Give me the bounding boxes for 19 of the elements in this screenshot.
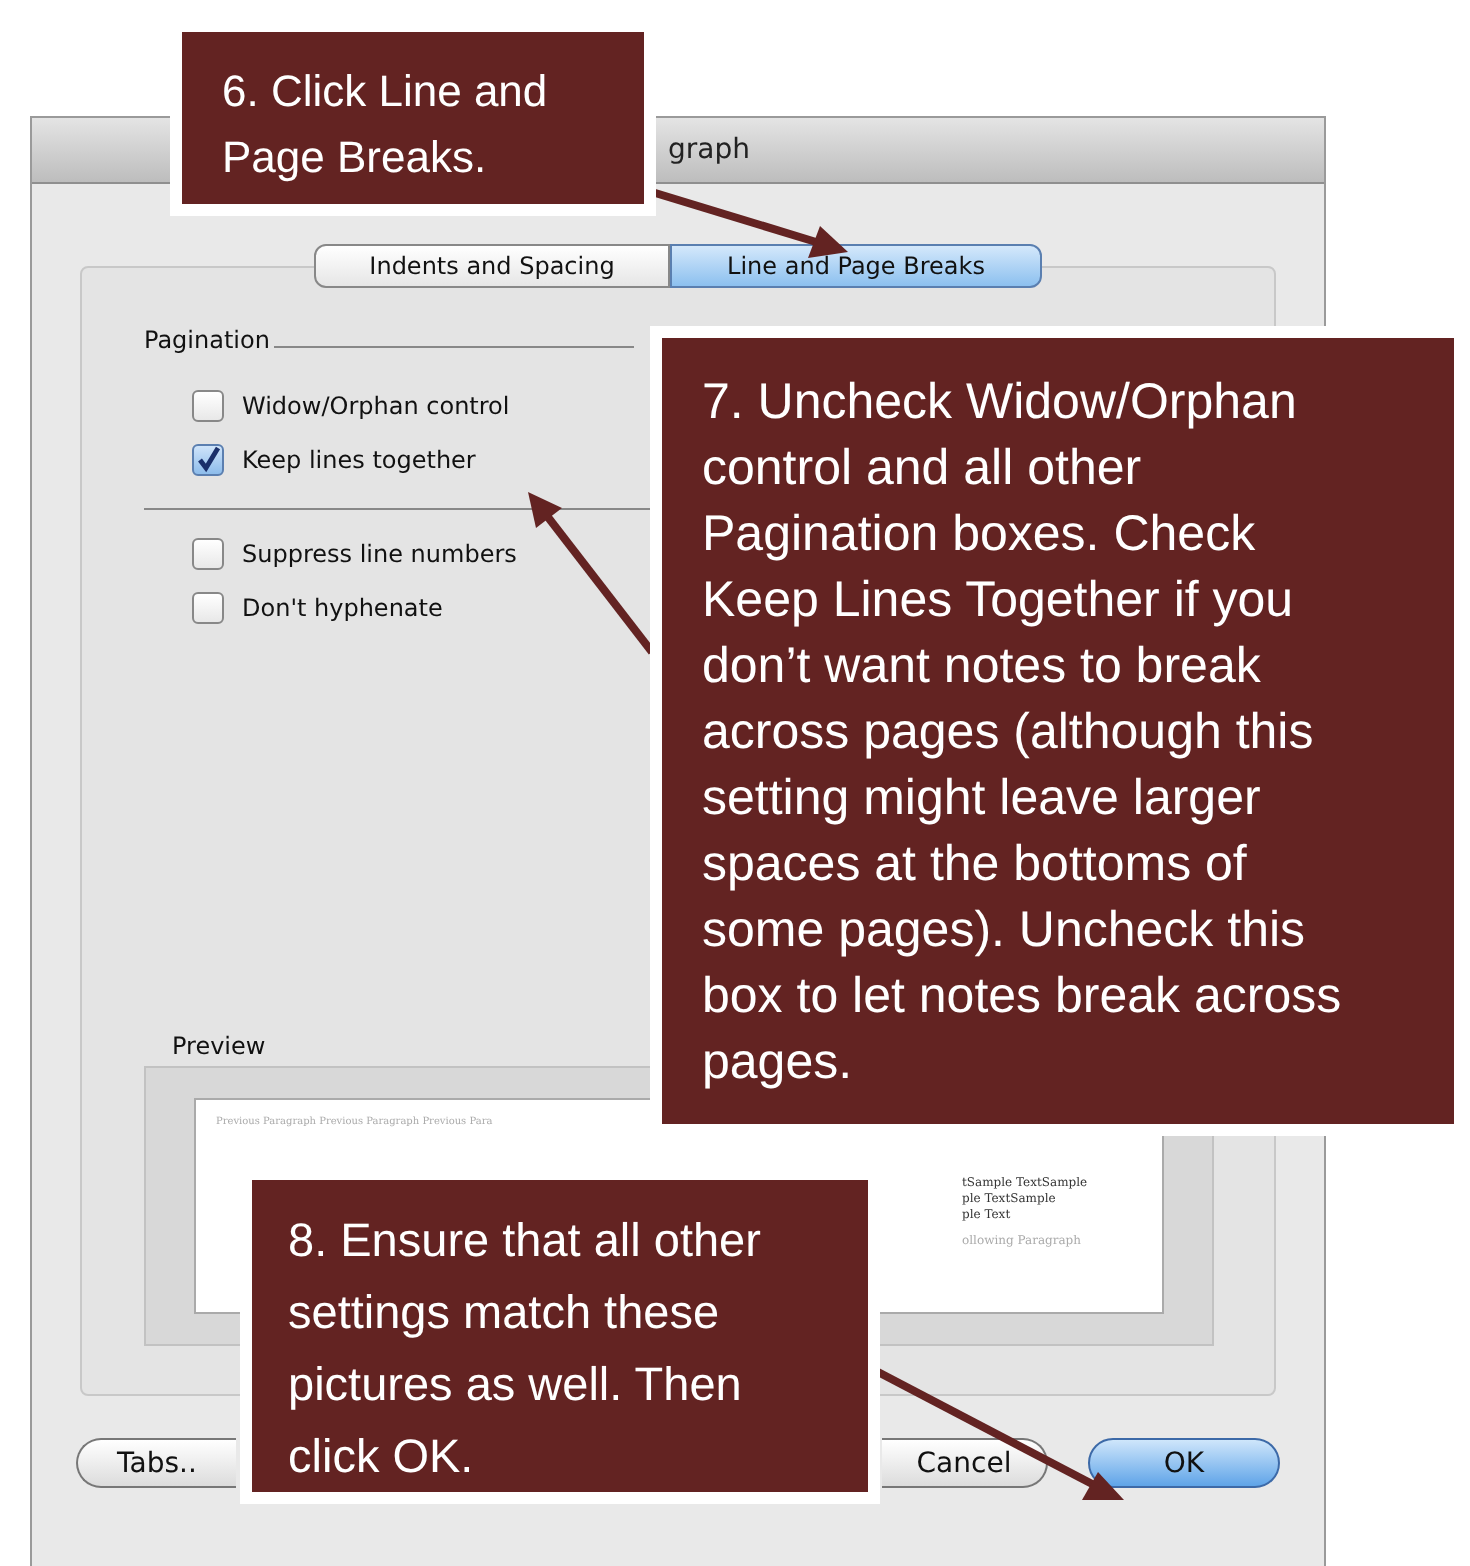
- checkbox-label: Don't hyphenate: [242, 594, 443, 622]
- checkbox-label: Suppress line numbers: [242, 540, 517, 568]
- checkbox[interactable]: [192, 390, 224, 422]
- checkbox-label: Widow/Orphan control: [242, 392, 510, 420]
- checkbox[interactable]: [192, 538, 224, 570]
- section-label: Preview: [172, 1032, 268, 1060]
- callout-text: 6. Click Line and Page Breaks.: [222, 66, 548, 182]
- checkbox[interactable]: [192, 444, 224, 476]
- checkbox-label: Keep lines together: [242, 446, 476, 474]
- section-label: Pagination: [144, 326, 270, 354]
- dialog-button[interactable]: OK: [1088, 1438, 1280, 1488]
- dialog-button[interactable]: Tabs..: [76, 1438, 236, 1488]
- callout-text: 8. Ensure that all other settings match these pictures as well. Then click OK.: [288, 1214, 761, 1482]
- callout-text: 7. Uncheck Widow/Orphan control and all other Pagination boxes. Check Keep Lines Together if you don’t want notes to break across pages (although this setting might leave larger spaces at the bottoms of some pages). Uncheck this box to let notes break across pages.: [702, 374, 1342, 1090]
- window-title: graph: [668, 134, 750, 166]
- checkbox[interactable]: [192, 592, 224, 624]
- tab[interactable]: Line and Page Breaks: [670, 244, 1042, 288]
- dialog-button[interactable]: Cancel: [882, 1438, 1048, 1488]
- tab[interactable]: Indents and Spacing: [314, 244, 670, 288]
